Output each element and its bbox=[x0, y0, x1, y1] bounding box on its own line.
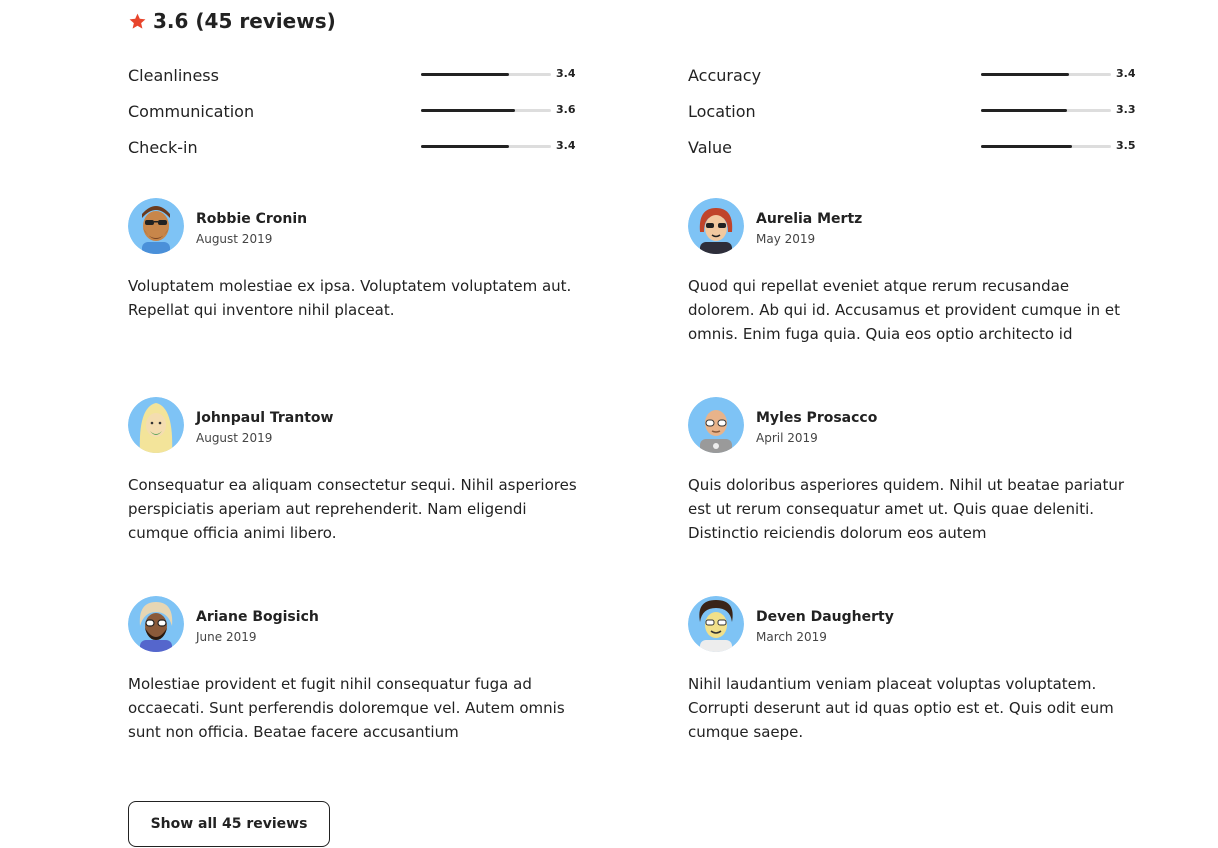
rating-value: 3.4 bbox=[556, 67, 576, 80]
rating-row-accuracy: Accuracy 3.4 bbox=[688, 56, 1136, 92]
rating-label: Check-in bbox=[128, 138, 198, 157]
avatar[interactable] bbox=[128, 596, 184, 652]
rating-label: Communication bbox=[128, 102, 255, 121]
rating-bar-fill bbox=[981, 73, 1070, 76]
rating-row-communication: Communication 3.6 bbox=[128, 92, 576, 128]
rating-bar-fill bbox=[421, 145, 510, 148]
review-text: Nihil laudantium veniam placeat voluptas… bbox=[688, 675, 1114, 741]
reviews-section: 3.6 (45 reviews) Cleanliness 3.4 Accurac… bbox=[128, 0, 1148, 847]
review-text: Molestiae provident et fugit nihil conse… bbox=[128, 675, 565, 741]
review-date: August 2019 bbox=[196, 232, 273, 246]
rating-bar-fill bbox=[981, 145, 1072, 148]
review-header: Ariane Bogisich June 2019 bbox=[128, 594, 580, 654]
rating-label: Accuracy bbox=[688, 66, 762, 85]
review-item: Aurelia Mertz May 2019 Quod qui repellat… bbox=[688, 196, 1140, 366]
avatar[interactable] bbox=[688, 596, 744, 652]
reviewer-name[interactable]: Johnpaul Trantow bbox=[196, 410, 333, 426]
rating-row-value: Value 3.5 bbox=[688, 128, 1136, 164]
rating-bar bbox=[421, 109, 551, 112]
review-date: May 2019 bbox=[756, 232, 816, 246]
reviewer-name[interactable]: Aurelia Mertz bbox=[756, 211, 862, 227]
reviewer-name[interactable]: Deven Daugherty bbox=[756, 609, 894, 625]
rating-bar bbox=[981, 109, 1111, 112]
review-date: August 2019 bbox=[196, 431, 273, 445]
rating-bar-fill bbox=[981, 109, 1067, 112]
rating-bar bbox=[421, 73, 551, 76]
rating-row-check-in: Check-in 3.4 bbox=[128, 128, 576, 164]
avatar[interactable] bbox=[128, 198, 184, 254]
review-header: Aurelia Mertz May 2019 bbox=[688, 196, 1140, 256]
rating-value: 3.3 bbox=[1116, 103, 1136, 116]
review-text: Quod qui repellat eveniet atque rerum re… bbox=[688, 277, 1121, 343]
review-item: Johnpaul Trantow August 2019 Consequatur… bbox=[128, 395, 580, 565]
rating-label: Location bbox=[688, 102, 756, 121]
rating-bar-fill bbox=[421, 109, 515, 112]
rating-value: 3.6 bbox=[556, 103, 576, 116]
review-item: Ariane Bogisich June 2019 Molestiae prov… bbox=[128, 594, 580, 764]
show-all-reviews-button[interactable]: Show all 45 reviews bbox=[128, 801, 330, 847]
rating-summary: 3.6 (45 reviews) bbox=[128, 0, 1148, 42]
avatar[interactable] bbox=[128, 397, 184, 453]
review-date: March 2019 bbox=[756, 630, 827, 644]
review-text: Consequatur ea aliquam consectetur sequi… bbox=[128, 476, 577, 542]
rating-value: 3.4 bbox=[1116, 67, 1136, 80]
rating-row-location: Location 3.3 bbox=[688, 92, 1136, 128]
review-date: June 2019 bbox=[196, 630, 257, 644]
star-icon bbox=[129, 13, 146, 29]
review-item: Robbie Cronin August 2019 Voluptatem mol… bbox=[128, 196, 580, 366]
rating-bar bbox=[981, 73, 1111, 76]
reviewer-name[interactable]: Robbie Cronin bbox=[196, 211, 307, 227]
review-text: Voluptatem molestiae ex ipsa. Voluptatem… bbox=[128, 277, 572, 319]
review-item: Myles Prosacco April 2019 Quis doloribus… bbox=[688, 395, 1140, 565]
rating-value: 3.4 bbox=[556, 139, 576, 152]
rating-row-cleanliness: Cleanliness 3.4 bbox=[128, 56, 576, 92]
review-header: Myles Prosacco April 2019 bbox=[688, 395, 1140, 455]
rating-value: 3.5 bbox=[1116, 139, 1136, 152]
review-header: Deven Daugherty March 2019 bbox=[688, 594, 1140, 654]
rating-bar bbox=[981, 145, 1111, 148]
avatar[interactable] bbox=[688, 198, 744, 254]
rating-summary-text: 3.6 (45 reviews) bbox=[153, 9, 336, 33]
review-header: Robbie Cronin August 2019 bbox=[128, 196, 580, 256]
reviewer-name[interactable]: Ariane Bogisich bbox=[196, 609, 319, 625]
rating-label: Value bbox=[688, 138, 732, 157]
reviewer-name[interactable]: Myles Prosacco bbox=[756, 410, 877, 426]
review-text: Quis doloribus asperiores quidem. Nihil … bbox=[688, 476, 1125, 542]
rating-bar bbox=[421, 145, 551, 148]
rating-label: Cleanliness bbox=[128, 66, 219, 85]
review-date: April 2019 bbox=[756, 431, 818, 445]
review-item: Deven Daugherty March 2019 Nihil laudant… bbox=[688, 594, 1140, 764]
avatar[interactable] bbox=[688, 397, 744, 453]
rating-bar-fill bbox=[421, 73, 510, 76]
review-header: Johnpaul Trantow August 2019 bbox=[128, 395, 580, 455]
